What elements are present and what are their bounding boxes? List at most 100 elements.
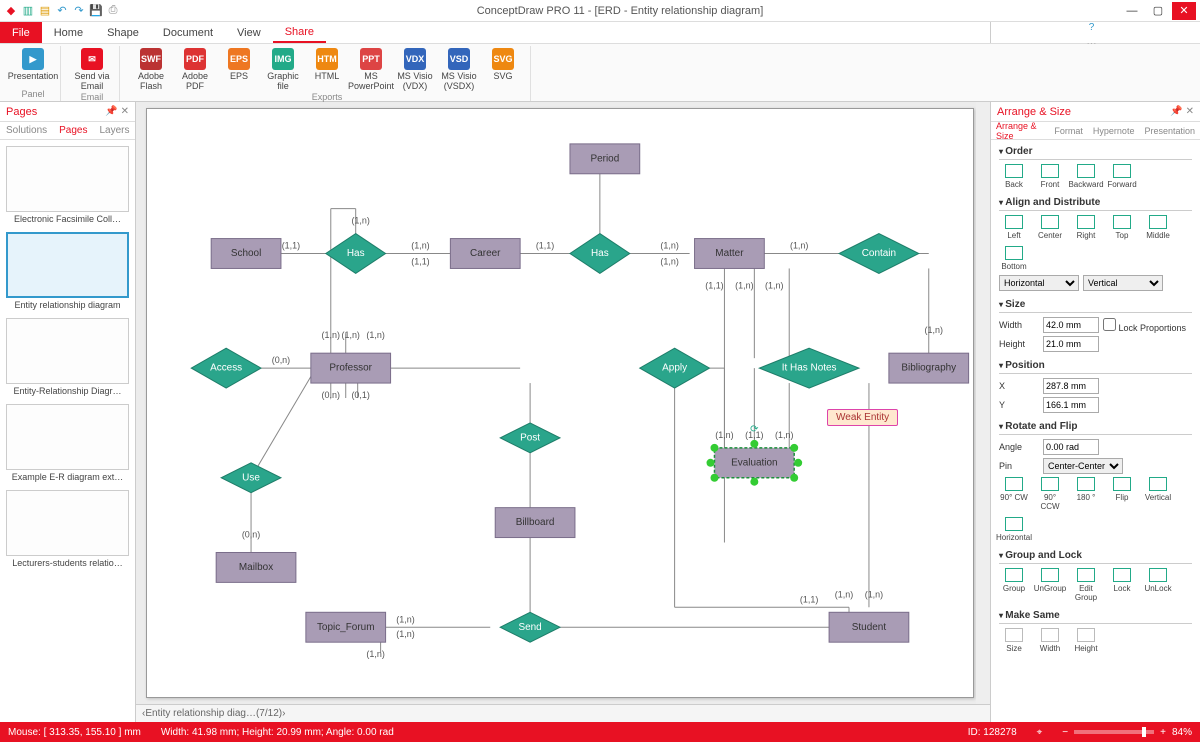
maximize-icon[interactable]: ▢ xyxy=(1146,2,1170,20)
x-input[interactable] xyxy=(1043,378,1099,394)
align-left-button[interactable]: Left xyxy=(999,215,1029,240)
y-input[interactable] xyxy=(1043,397,1099,413)
zoom-slider[interactable] xyxy=(1074,730,1154,734)
rotate-ccw-button[interactable]: 90° CCW xyxy=(1035,477,1065,511)
redo-icon[interactable]: ↷ xyxy=(72,4,86,18)
pdf-button[interactable]: PDFAdobe PDF xyxy=(174,46,216,92)
minimize-icon[interactable]: — xyxy=(1120,2,1144,20)
svg-text:Use: Use xyxy=(242,472,260,483)
entity-professor: Professor xyxy=(311,353,391,383)
flash-button[interactable]: SWFAdobe Flash xyxy=(130,46,172,92)
align-top-button[interactable]: Top xyxy=(1107,215,1137,240)
lock-proportions-checkbox[interactable] xyxy=(1103,318,1116,331)
svg-text:Contain: Contain xyxy=(862,248,896,259)
lock-button[interactable]: Lock xyxy=(1107,568,1137,602)
tab-home[interactable]: Home xyxy=(42,22,95,43)
html-button[interactable]: HTMHTML xyxy=(306,46,348,92)
align-center-button[interactable]: Center xyxy=(1035,215,1065,240)
status-tool-icon[interactable]: ⌖ xyxy=(1037,727,1043,738)
svg-button[interactable]: SVGSVG xyxy=(482,46,524,92)
flip-vertical-button[interactable]: Vertical xyxy=(1143,477,1173,511)
order-front-button[interactable]: Front xyxy=(1035,164,1065,189)
section-group: Group and Lock Group UnGroup Edit Group … xyxy=(999,548,1192,602)
ribbon-group-email: ✉ Send via Email Email xyxy=(65,46,120,101)
rel-has1: Has xyxy=(326,234,386,274)
same-size-button[interactable]: Size xyxy=(999,628,1029,653)
vdx-button[interactable]: VDXMS Visio (VDX) xyxy=(394,46,436,92)
close-icon[interactable]: ✕ xyxy=(1172,2,1196,20)
rotate-180-button[interactable]: 180 ° xyxy=(1071,477,1101,511)
open-icon[interactable]: ▤ xyxy=(38,4,52,18)
subtab-solutions[interactable]: Solutions xyxy=(0,122,53,139)
status-id: ID: 128278 xyxy=(968,727,1017,738)
pin-select[interactable]: Center-Center xyxy=(1043,458,1123,474)
page-thumb[interactable]: Entity relationship diagram xyxy=(6,232,129,310)
graphic-button[interactable]: IMGGraphic file xyxy=(262,46,304,92)
eps-button[interactable]: EPSEPS xyxy=(218,46,260,92)
pin-icon[interactable]: 📌 ✕ xyxy=(1170,106,1194,117)
section-make-same: Make Same Size Width Height xyxy=(999,608,1192,653)
order-back-button[interactable]: Back xyxy=(999,164,1029,189)
ppt-button[interactable]: PPTMS PowerPoint xyxy=(350,46,392,92)
pages-panel-title: Pages xyxy=(6,106,37,118)
width-input[interactable] xyxy=(1043,317,1099,333)
print-icon[interactable]: ⎙ xyxy=(106,4,120,18)
order-forward-button[interactable]: Forward xyxy=(1107,164,1137,189)
tab-view[interactable]: View xyxy=(225,22,273,43)
sheet-name[interactable]: Entity relationship diag… xyxy=(145,708,256,719)
send-email-button[interactable]: ✉ Send via Email xyxy=(71,46,113,92)
distribute-vertical[interactable]: Vertical xyxy=(1083,275,1163,291)
vertical-scrollbar[interactable] xyxy=(976,102,990,704)
help-icon[interactable]: ? xyxy=(1089,22,1095,33)
svg-text:Evaluation: Evaluation xyxy=(731,457,777,468)
subtab-pages[interactable]: Pages xyxy=(53,122,93,139)
sheet-tab-bar[interactable]: ‹ Entity relationship diag… (7/12) › xyxy=(136,704,990,722)
svg-text:(1,n): (1,n) xyxy=(660,241,678,251)
unlock-button[interactable]: UnLock xyxy=(1143,568,1173,602)
height-input[interactable] xyxy=(1043,336,1099,352)
page-thumb[interactable]: Electronic Facsimile Coll… xyxy=(6,146,129,224)
diagram-canvas[interactable]: .ent { fill:#a99cb5; stroke:#7a6d8a; } .… xyxy=(146,108,974,698)
tab-document[interactable]: Document xyxy=(151,22,225,43)
subtab-presentation[interactable]: Presentation xyxy=(1139,122,1200,139)
align-middle-button[interactable]: Middle xyxy=(1143,215,1173,240)
undo-icon[interactable]: ↶ xyxy=(55,4,69,18)
save-icon[interactable]: 💾 xyxy=(89,4,103,18)
svg-text:Bibliography: Bibliography xyxy=(901,363,956,374)
rotate-cw-button[interactable]: 90° CW xyxy=(999,477,1029,511)
svg-text:Access: Access xyxy=(210,363,242,374)
group-button[interactable]: Group xyxy=(999,568,1029,602)
align-bottom-button[interactable]: Bottom xyxy=(999,246,1029,271)
order-backward-button[interactable]: Backward xyxy=(1071,164,1101,189)
same-height-button[interactable]: Height xyxy=(1071,628,1101,653)
edit-group-button[interactable]: Edit Group xyxy=(1071,568,1101,602)
sheet-page-index: (7/12) xyxy=(256,708,282,719)
new-icon[interactable]: ▥ xyxy=(21,4,35,18)
same-width-button[interactable]: Width xyxy=(1035,628,1065,653)
subtab-hypernote[interactable]: Hypernote xyxy=(1088,122,1140,139)
pin-icon[interactable]: 📌 ✕ xyxy=(105,106,129,117)
zoom-in-icon[interactable]: + xyxy=(1160,727,1166,738)
flip-button[interactable]: Flip xyxy=(1107,477,1137,511)
ungroup-button[interactable]: UnGroup xyxy=(1035,568,1065,602)
subtab-layers[interactable]: Layers xyxy=(94,122,136,139)
subtab-arrange[interactable]: Arrange & Size xyxy=(991,122,1049,139)
tab-file[interactable]: File xyxy=(0,22,42,43)
page-thumb[interactable]: Entity-Relationship Diagr… xyxy=(6,318,129,396)
svg-text:(1,n): (1,n) xyxy=(660,256,678,266)
distribute-horizontal[interactable]: Horizontal xyxy=(999,275,1079,291)
align-right-button[interactable]: Right xyxy=(1071,215,1101,240)
presentation-button[interactable]: ▶ Presentation xyxy=(12,46,54,89)
flip-horizontal-button[interactable]: Horizontal xyxy=(999,517,1029,542)
zoom-out-icon[interactable]: − xyxy=(1062,727,1068,738)
angle-input[interactable] xyxy=(1043,439,1099,455)
zoom-value: 84% xyxy=(1172,727,1192,738)
page-thumb[interactable]: Example E-R diagram ext… xyxy=(6,404,129,482)
next-sheet-icon[interactable]: › xyxy=(282,708,285,719)
entity-billboard: Billboard xyxy=(495,508,575,538)
vsdx-button[interactable]: VSDMS Visio (VSDX) xyxy=(438,46,480,92)
tab-shape[interactable]: Shape xyxy=(95,22,151,43)
page-thumb[interactable]: Lecturers-students relatio… xyxy=(6,490,129,568)
subtab-format[interactable]: Format xyxy=(1049,122,1088,139)
tab-share[interactable]: Share xyxy=(273,22,326,43)
